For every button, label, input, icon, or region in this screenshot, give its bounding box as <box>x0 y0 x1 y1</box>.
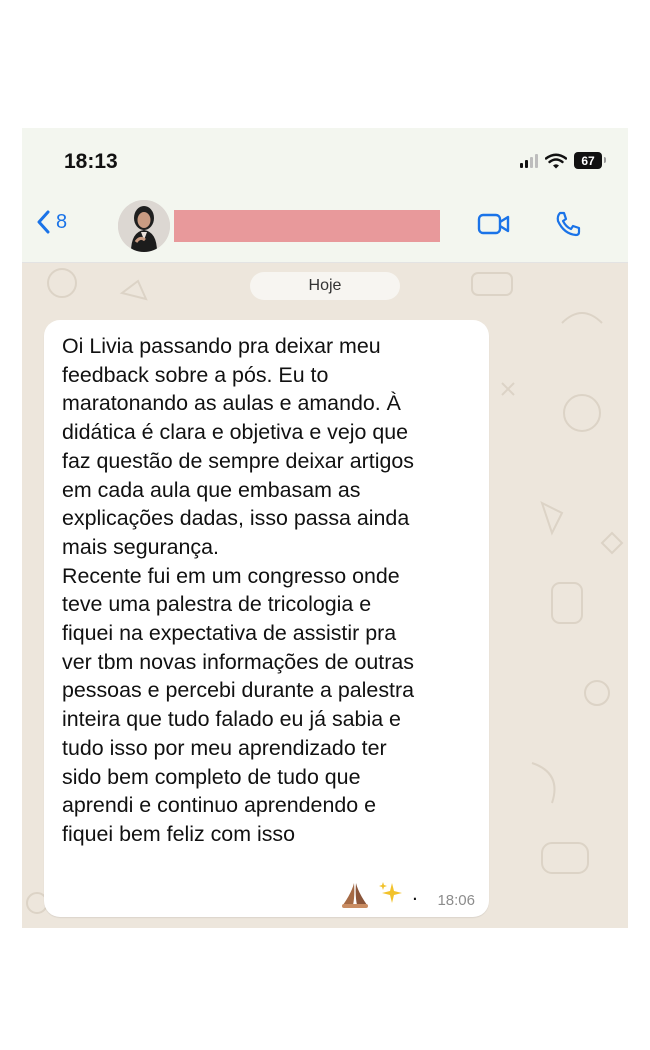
contact-name-redacted[interactable] <box>174 210 440 242</box>
status-icons: 67 <box>520 152 606 169</box>
video-camera-icon <box>477 213 510 235</box>
sparkles-emoji-icon <box>379 882 402 903</box>
unread-count: 8 <box>56 210 68 233</box>
contact-avatar[interactable] <box>118 200 170 252</box>
date-separator: Hoje <box>250 272 400 300</box>
chevron-left-icon <box>37 210 50 234</box>
phone-screen: 18:13 67 8 Hoje Oi Livia passando pra de… <box>22 128 628 928</box>
battery-indicator: 67 <box>574 152 606 169</box>
avatar-photo <box>118 200 170 252</box>
message-text: Oi Livia passando pra deixar meu feedbac… <box>62 334 414 846</box>
back-button[interactable]: 8 <box>36 210 67 234</box>
message-trailing-period: . <box>412 882 418 905</box>
chat-header: 8 <box>22 190 628 263</box>
message-emoji-end: . <box>340 880 418 908</box>
message-time: 18:06 <box>437 892 475 909</box>
folded-hands-emoji-icon <box>342 883 368 908</box>
signal-icon <box>520 153 538 168</box>
voice-call-button[interactable] <box>554 210 582 243</box>
wifi-icon <box>545 153 567 168</box>
phone-icon <box>556 211 581 237</box>
video-call-button[interactable] <box>477 212 511 241</box>
status-bar: 18:13 67 <box>22 128 628 190</box>
incoming-message-bubble[interactable]: Oi Livia passando pra deixar meu feedbac… <box>44 320 489 917</box>
status-time: 18:13 <box>64 150 118 173</box>
